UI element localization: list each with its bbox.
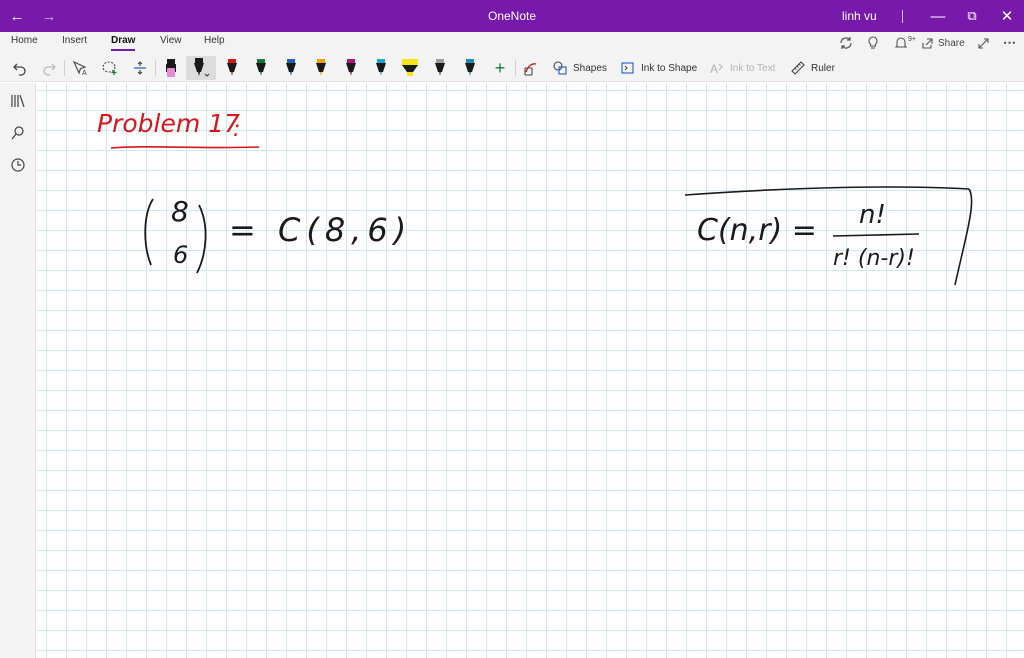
recent-clock-icon[interactable]: [8, 155, 28, 175]
note-canvas[interactable]: Problem 17 : 8 6 = C(8,6) C(n,r) = n! r!…: [37, 83, 1024, 658]
more-options-icon[interactable]: ⋯: [1003, 32, 1016, 54]
toolbar-separator: [515, 60, 516, 76]
title-bar: ← → OneNote linh vu — ⧉ ✕: [0, 0, 1024, 32]
heading-underline: [110, 146, 260, 149]
ink-to-text-icon: A: [710, 62, 723, 76]
black-pen-icon[interactable]: [186, 56, 216, 80]
add-space-icon[interactable]: [130, 56, 150, 80]
lightbulb-icon[interactable]: [866, 32, 880, 54]
ink-replay-icon[interactable]: [521, 56, 541, 80]
svg-text:A: A: [710, 62, 718, 76]
binom-right-paren: [196, 204, 207, 274]
navigation-sidebar: [0, 83, 36, 658]
ink-to-shape-icon: [621, 62, 634, 74]
red-pen-icon[interactable]: [222, 56, 242, 80]
sync-icon[interactable]: [838, 32, 854, 54]
tab-draw[interactable]: Draw: [111, 35, 136, 51]
orange-pen-icon[interactable]: [311, 56, 331, 80]
undo-icon[interactable]: [10, 56, 30, 80]
gray-pen-icon[interactable]: [430, 56, 450, 80]
tab-insert[interactable]: Insert: [62, 35, 87, 46]
notebooks-icon[interactable]: [8, 91, 28, 111]
share-icon: [922, 37, 933, 49]
binom-top: 8: [171, 195, 189, 228]
magenta-pen-icon[interactable]: [341, 56, 361, 80]
search-icon[interactable]: [8, 123, 28, 143]
shapes-button[interactable]: Shapes: [552, 56, 607, 80]
tab-home[interactable]: Home: [11, 35, 38, 46]
pink-highlighter-icon[interactable]: [161, 56, 181, 80]
teal-pen-icon[interactable]: [460, 56, 480, 80]
toolbar-separator: [155, 60, 156, 76]
formula-denominator: r! (n-r)!: [833, 246, 915, 271]
problem-heading: Problem 17: [97, 109, 240, 138]
share-label: Share: [938, 37, 965, 49]
shapes-label: Shapes: [573, 62, 607, 74]
formula-lhs: C(n,r) =: [697, 213, 817, 248]
ink-to-shape-button[interactable]: Ink to Shape: [620, 56, 697, 80]
restore-icon[interactable]: ⧉: [955, 0, 989, 32]
svg-text:A: A: [82, 70, 87, 76]
notifications-icon[interactable]: 9+: [894, 32, 916, 54]
ink-to-text-button[interactable]: A Ink to Text: [709, 56, 775, 80]
blue-pen-icon[interactable]: [281, 56, 301, 80]
ribbon-tabs: Home Insert Draw View Help 9+ Share ⋯: [0, 32, 1024, 54]
draw-toolbar: A + Shapes Ink to Shape A Ink to Text Ru…: [0, 54, 1024, 82]
shapes-icon: [553, 61, 567, 75]
lasso-select-icon[interactable]: [100, 56, 120, 80]
yellow-highlighter-icon[interactable]: [399, 56, 421, 80]
tab-view[interactable]: View: [160, 35, 182, 46]
binom-left-paren: [144, 198, 154, 266]
share-button[interactable]: Share: [921, 32, 965, 54]
cyan-pen-icon[interactable]: [371, 56, 391, 80]
green-pen-icon[interactable]: [251, 56, 271, 80]
minimize-icon[interactable]: —: [921, 0, 955, 32]
ruler-button[interactable]: Ruler: [790, 56, 835, 80]
binom-bottom: 6: [173, 241, 189, 269]
title-separator: [902, 10, 903, 23]
type-select-icon[interactable]: A: [70, 56, 90, 80]
tab-help[interactable]: Help: [204, 35, 225, 46]
ruler-label: Ruler: [811, 62, 835, 74]
redo-icon[interactable]: [39, 56, 59, 80]
formula-numerator: n!: [859, 200, 886, 230]
ink-to-shape-label: Ink to Shape: [641, 62, 698, 74]
heading-colon: :: [233, 117, 241, 142]
notification-count: 9+: [908, 35, 916, 43]
expand-icon[interactable]: [977, 32, 990, 54]
user-name[interactable]: linh vu: [842, 9, 877, 23]
ink-to-text-label: Ink to Text: [730, 62, 776, 74]
ruler-icon: [791, 61, 805, 75]
toolbar-separator: [64, 60, 65, 76]
add-pen-icon[interactable]: +: [490, 56, 510, 80]
equals-combination: = C(8,6): [229, 211, 413, 249]
close-icon[interactable]: ✕: [990, 0, 1024, 32]
